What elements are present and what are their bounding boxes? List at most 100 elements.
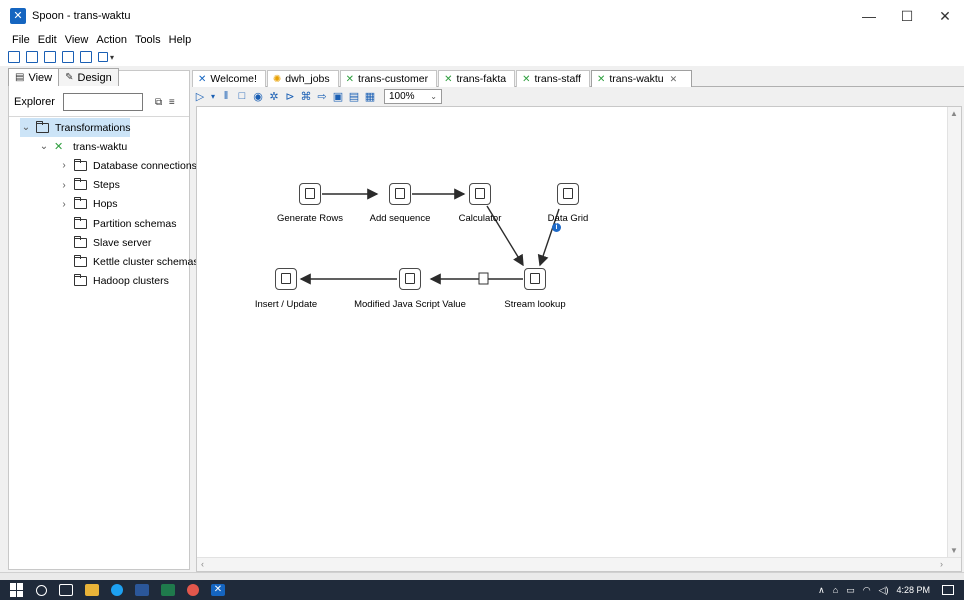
spoon-icon: ✕ <box>198 73 207 85</box>
perspective-layers-icon[interactable] <box>98 52 108 62</box>
scroll-right-icon[interactable]: › <box>940 559 943 569</box>
clock[interactable]: 4:28 PM <box>896 585 930 595</box>
new-file-icon[interactable] <box>8 51 20 63</box>
editor-tab-bar: ✕ Welcome! ✺ dwh_jobs ✕ trans-customer ✕ trans-… <box>192 70 964 87</box>
tree-item[interactable]: › Database connections <box>58 156 197 175</box>
open-file-icon[interactable] <box>26 51 38 63</box>
stream-lookup-icon <box>530 273 540 284</box>
explore-repository-icon[interactable] <box>44 51 56 63</box>
word-icon[interactable] <box>135 584 149 596</box>
menu-tools[interactable]: Tools <box>135 34 161 46</box>
editor-tab[interactable]: ✕ trans-waktu ✕ <box>590 70 693 87</box>
editor-tab[interactable]: ✕ trans-staff <box>516 70 590 87</box>
wifi-icon[interactable]: ◠ <box>863 585 871 596</box>
system-tray: ∧ ⌂ ▭ ◠ ◁) 4:28 PM <box>818 580 964 600</box>
tree-item[interactable]: Partition schemas <box>58 214 176 233</box>
tab-design[interactable]: ✎ Design <box>58 68 119 86</box>
battery-icon[interactable]: ▭ <box>846 585 855 596</box>
info-icon[interactable]: i <box>552 223 561 232</box>
editor-tab[interactable]: ✕ Welcome! <box>192 70 266 87</box>
menu-action[interactable]: Action <box>96 34 127 46</box>
pause-icon[interactable]: ‖ <box>220 90 232 102</box>
volume-icon[interactable]: ◁) <box>879 585 889 596</box>
tree-item[interactable]: › Hops <box>58 195 118 214</box>
editor-tab-label: trans-fakta <box>456 73 507 85</box>
file-explorer-icon[interactable] <box>85 584 99 596</box>
preview-icon[interactable]: ◉ <box>252 90 264 103</box>
verify-icon[interactable]: ⌘ <box>300 90 312 103</box>
tree-item-label: Steps <box>93 179 120 192</box>
add-sequence-icon <box>395 188 405 199</box>
search-icon[interactable] <box>36 584 47 596</box>
calculator-icon <box>475 188 485 199</box>
step-label-generate-rows: Generate Rows <box>276 213 344 224</box>
explorer-search-input[interactable] <box>62 93 143 111</box>
notification-icon[interactable] <box>942 585 954 595</box>
network-icon[interactable]: ⌂ <box>833 585 838 595</box>
expand-down-icon[interactable]: ⌄ <box>38 141 50 152</box>
sql-icon[interactable]: ▣ <box>332 90 344 103</box>
step-add-sequence[interactable] <box>389 183 411 205</box>
chevron-up-icon[interactable]: ∧ <box>818 585 825 596</box>
menu-file[interactable]: File <box>12 34 30 46</box>
step-data-grid[interactable] <box>557 183 579 205</box>
chevron-down-icon: ⌄ <box>430 91 437 101</box>
expand-right-icon[interactable]: › <box>58 160 70 171</box>
editor-tab[interactable]: ✕ trans-fakta <box>438 70 516 87</box>
spoon-taskbar-icon[interactable]: ✕ <box>211 584 225 596</box>
scroll-left-icon[interactable]: ‹ <box>201 559 204 569</box>
step-generate-rows[interactable] <box>299 183 321 205</box>
run-dropdown-icon[interactable]: ▾ <box>210 92 216 101</box>
stop-icon[interactable]: □ <box>236 90 248 102</box>
debug-icon[interactable]: ✲ <box>268 90 280 103</box>
editor-tab[interactable]: ✺ dwh_jobs <box>266 70 339 87</box>
main-toolbar: ▾ <box>0 48 964 66</box>
folder-icon <box>74 235 87 248</box>
maximize-button[interactable]: ☐ <box>888 0 926 32</box>
tab-view[interactable]: ▤ View <box>8 68 60 86</box>
step-label-calculator: Calculator <box>458 213 502 224</box>
collapse-all-icon[interactable]: ⧉ ≡ <box>155 97 177 108</box>
menu-help[interactable]: Help <box>169 34 192 46</box>
close-tab-icon[interactable]: ✕ <box>670 74 678 85</box>
exploreDB-icon[interactable]: ▤ <box>348 90 360 103</box>
menu-view[interactable]: View <box>65 34 89 46</box>
zoom-select[interactable]: 100% ⌄ <box>384 88 442 104</box>
step-stream-lookup[interactable] <box>524 268 546 290</box>
expand-down-icon[interactable]: ⌄ <box>20 122 32 133</box>
menu-edit[interactable]: Edit <box>38 34 57 46</box>
photos-icon[interactable] <box>161 584 175 596</box>
window-controls: — ☐ ✕ <box>850 0 964 32</box>
vertical-scrollbar[interactable]: ▲ ▼ <box>947 107 961 571</box>
save-as-icon[interactable] <box>80 51 92 63</box>
run-icon[interactable]: ▷ <box>194 90 206 103</box>
perspective-dropdown-icon[interactable]: ▾ <box>110 53 114 62</box>
minimize-button[interactable]: — <box>850 0 888 32</box>
windows-start-icon[interactable] <box>10 583 24 597</box>
scroll-down-icon[interactable]: ▼ <box>950 546 958 555</box>
edge-icon[interactable] <box>111 584 123 596</box>
task-view-icon[interactable] <box>59 584 73 596</box>
replay-icon[interactable]: ⊳ <box>284 90 296 103</box>
scroll-up-icon[interactable]: ▲ <box>950 109 958 118</box>
save-icon[interactable] <box>62 51 74 63</box>
tree-item[interactable]: › Steps <box>58 176 120 195</box>
expand-right-icon[interactable]: › <box>58 199 70 210</box>
chrome-icon[interactable] <box>187 584 199 596</box>
tree-item[interactable]: ⌄ Transformations <box>20 118 131 137</box>
expand-right-icon[interactable]: › <box>58 180 70 191</box>
tree-item[interactable]: Slave server <box>58 233 151 252</box>
transformation-canvas[interactable]: Generate Rows Add sequence Calculator Da… <box>196 106 962 572</box>
tree-item[interactable]: Kettle cluster schemas <box>58 252 199 271</box>
impact-icon[interactable]: ⇨ <box>316 90 328 103</box>
tree-item[interactable]: ⌄ ✕ trans-waktu <box>38 137 127 156</box>
step-insert-update[interactable] <box>275 268 297 290</box>
show-results-icon[interactable]: ▦ <box>364 90 376 103</box>
step-label-insert-update: Insert / Update <box>254 299 318 310</box>
editor-tab[interactable]: ✕ trans-customer <box>339 70 438 87</box>
step-calculator[interactable] <box>469 183 491 205</box>
close-button[interactable]: ✕ <box>926 0 964 32</box>
horizontal-scrollbar[interactable]: ‹ › <box>197 557 961 571</box>
step-modified-java-script-value[interactable] <box>399 268 421 290</box>
tree-item[interactable]: Hadoop clusters <box>58 272 169 291</box>
